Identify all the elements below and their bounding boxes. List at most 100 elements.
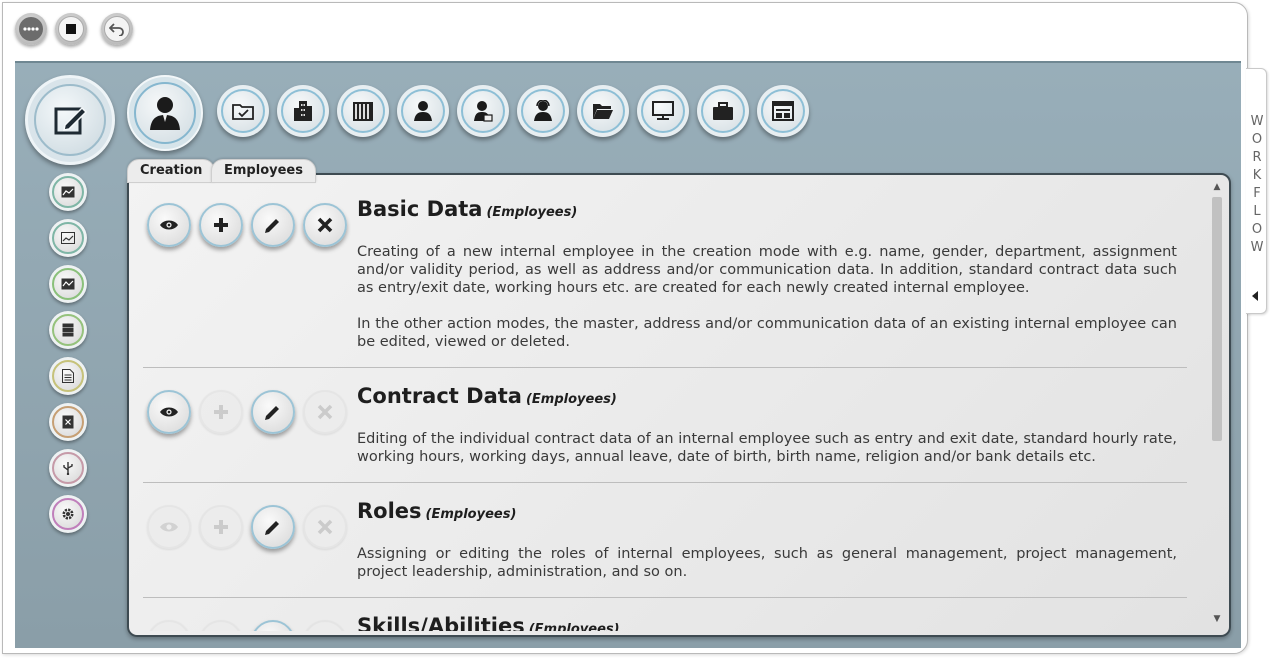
edit-button[interactable]	[251, 620, 295, 631]
collapse-left-icon[interactable]	[1252, 291, 1258, 301]
section-contract-data: Contract Data (Employees) Editing of the …	[143, 368, 1187, 483]
edit-icon	[54, 106, 88, 135]
area-chart-icon	[61, 232, 75, 244]
workflow-letter: K	[1252, 168, 1262, 183]
folder-check-icon	[232, 104, 254, 120]
section-title: Roles (Employees)	[357, 499, 517, 523]
building-icon	[294, 101, 312, 121]
view-button[interactable]	[147, 390, 191, 434]
delete-document-icon	[62, 415, 74, 429]
scroll-up-icon[interactable]: ▲	[1211, 181, 1223, 193]
content-panel: Basic Data (Employees) Creating of a new …	[127, 173, 1231, 637]
section-title: Contract Data (Employees)	[357, 384, 617, 408]
module-briefcase[interactable]	[697, 85, 749, 137]
close-icon	[317, 519, 333, 535]
workflow-label: WORKFLOW	[1250, 113, 1264, 257]
tab-employees[interactable]: Employees	[211, 159, 316, 183]
pencil-icon	[265, 406, 279, 420]
module-person-card[interactable]	[457, 85, 509, 137]
scroll-thumb[interactable]	[1212, 197, 1222, 441]
module-monitor[interactable]	[637, 85, 689, 137]
section-subtitle: (Employees)	[425, 507, 517, 522]
eye-icon	[160, 220, 178, 230]
more-dots-icon	[19, 17, 43, 41]
view-button[interactable]	[147, 203, 191, 247]
sidebar-item-document[interactable]	[49, 357, 87, 395]
module-person[interactable]	[397, 85, 449, 137]
edit-button[interactable]	[251, 390, 295, 434]
person-card-icon	[474, 101, 493, 122]
scroll-down-icon[interactable]: ▼	[1211, 613, 1223, 625]
edit-button[interactable]	[251, 505, 295, 549]
workflow-letter: O	[1251, 222, 1263, 237]
view-button	[147, 505, 191, 549]
sidebar-item-settings[interactable]	[49, 495, 87, 533]
person-headset-icon	[534, 100, 552, 121]
sections-list: Basic Data (Employees) Creating of a new …	[143, 175, 1187, 631]
plus-icon	[214, 520, 228, 534]
section-title: Skills/Abilities (Employees)	[357, 614, 620, 631]
sidebar-item-usb[interactable]	[49, 449, 87, 487]
workflow-letter: R	[1252, 150, 1262, 165]
main-workspace: Creation Employees Basic Data (Employees)…	[15, 61, 1241, 648]
close-icon	[317, 217, 333, 233]
sidebar-item-delete-document[interactable]	[49, 403, 87, 441]
window-icon	[772, 101, 794, 121]
sidebar-item-area-chart[interactable]	[49, 219, 87, 257]
module-person-headset[interactable]	[517, 85, 569, 137]
undo-icon	[104, 16, 130, 42]
tab-creation[interactable]: Creation	[127, 159, 216, 183]
workflow-letter: F	[1253, 186, 1261, 201]
workflow-letter: L	[1253, 204, 1261, 219]
module-window[interactable]	[757, 85, 809, 137]
settings-icon	[62, 508, 74, 520]
module-building[interactable]	[277, 85, 329, 137]
delete-button	[303, 505, 347, 549]
office-building-icon	[353, 102, 373, 121]
section-description: Creating of a new internal employee in t…	[357, 244, 1177, 296]
sidebar-item-server[interactable]	[49, 311, 87, 349]
eye-icon	[160, 522, 178, 532]
module-folder-check[interactable]	[217, 85, 269, 137]
sidebar-item-line-chart[interactable]	[49, 265, 87, 303]
add-button	[199, 620, 243, 631]
undo-button[interactable]	[101, 13, 133, 45]
pencil-icon	[265, 219, 279, 233]
workflow-letter: W	[1250, 240, 1264, 255]
section-roles: Roles (Employees) Assigning or editing th…	[143, 483, 1187, 598]
folder-open-icon	[593, 104, 613, 119]
line-chart-icon	[61, 278, 75, 290]
document-icon	[62, 369, 74, 383]
employee-icon	[150, 97, 180, 130]
image-chart-icon	[61, 186, 75, 198]
briefcase-icon	[713, 102, 733, 120]
section-basic-data: Basic Data (Employees) Creating of a new …	[143, 175, 1187, 368]
employee-module-button[interactable]	[127, 75, 203, 151]
workflow-letter: O	[1251, 132, 1263, 147]
plus-icon	[214, 405, 228, 419]
plus-icon	[214, 218, 228, 232]
close-icon	[317, 404, 333, 420]
module-office-building[interactable]	[337, 85, 389, 137]
delete-button[interactable]	[303, 203, 347, 247]
sidebar-item-image-chart[interactable]	[49, 173, 87, 211]
more-button[interactable]	[15, 13, 47, 45]
section-skills-abilities: Skills/Abilities (Employees)	[143, 598, 1187, 631]
stop-button[interactable]	[55, 13, 87, 45]
section-description: Editing of the individual contract data …	[357, 431, 1177, 465]
edit-button[interactable]	[251, 203, 295, 247]
add-button	[199, 505, 243, 549]
section-description: Assigning or editing the roles of intern…	[357, 546, 1177, 580]
module-folder-open[interactable]	[577, 85, 629, 137]
pencil-icon	[265, 521, 279, 535]
monitor-icon	[652, 101, 674, 120]
edit-mode-button[interactable]	[25, 75, 115, 165]
add-button[interactable]	[199, 203, 243, 247]
stop-icon	[58, 16, 84, 42]
vertical-scrollbar[interactable]: ▲ ▼	[1211, 181, 1223, 625]
eye-icon	[160, 407, 178, 417]
workflow-tab[interactable]: WORKFLOW	[1246, 68, 1267, 314]
section-description: In the other action modes, the master, a…	[357, 316, 1177, 350]
section-subtitle: (Employees)	[486, 205, 578, 220]
delete-button	[303, 390, 347, 434]
